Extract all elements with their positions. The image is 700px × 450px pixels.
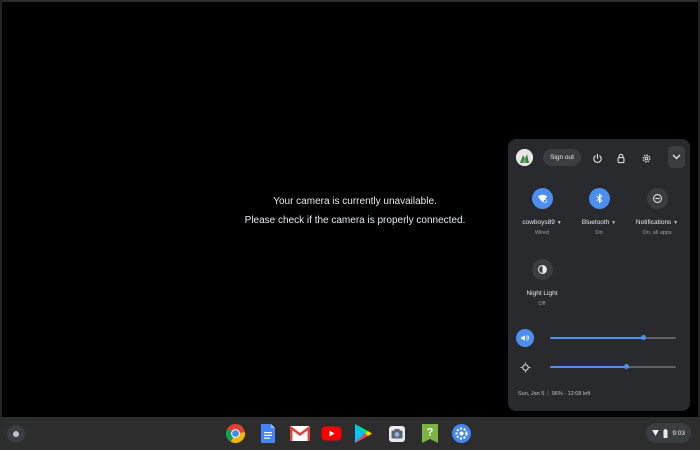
caret-down-icon: ▼ [556,220,562,226]
play-store-icon [355,424,372,443]
help-icon: ? [421,424,438,443]
power-button[interactable] [589,150,605,166]
night-light-toggle[interactable] [531,259,553,280]
network-tile[interactable]: cowboys89 ▼ Wired [514,188,570,236]
shelf-app-gmail[interactable] [288,422,311,445]
night-light-icon [537,265,547,274]
clock-time: 9:03 [672,429,685,437]
bluetooth-tile[interactable]: Bluetooth ▼ On [571,188,627,236]
night-light-status: Off [538,301,546,307]
do-not-disturb-icon [652,194,662,203]
gmail-icon [288,426,311,441]
caret-down-icon: ▼ [673,220,679,226]
shelf-app-camera[interactable] [385,422,408,445]
brightness-button [516,358,534,376]
quick-settings-footer: Sun, Jan 5 | 96% - 12:08 left [518,391,590,397]
brightness-slider[interactable] [550,364,676,369]
settings-button[interactable] [638,150,654,166]
bluetooth-toggle[interactable] [588,188,610,209]
youtube-icon [321,426,342,441]
quick-settings-panel: Sign out cowboys89 ▼ Wired Bluetooth ▼ O… [508,139,690,411]
quick-settings-header: Sign out [508,139,690,177]
volume-slider-row [516,329,676,349]
camera-unavailable-message: Your camera is currently unavailable. Pl… [205,192,505,230]
brightness-slider-fill [550,366,627,368]
shelf-app-settings[interactable] [450,422,473,445]
volume-icon [521,335,529,341]
battery-icon [663,428,668,438]
night-light-label: Night Light [526,290,558,297]
avatar[interactable] [516,149,533,166]
chevron-down-icon [672,154,681,160]
status-area-button[interactable]: 9:03 [646,423,691,443]
brightness-slider-row [516,358,676,378]
svg-text:?: ? [426,427,433,439]
camera-message-line-2: Please check if the camera is properly c… [244,215,466,226]
camera-app-icon [388,425,405,442]
shelf-app-docs[interactable] [256,422,279,445]
date-label[interactable]: Sun, Jan 5 [518,391,544,397]
window-frame-top [0,0,700,2]
shelf-app-help[interactable]: ? [418,422,441,445]
brightness-icon [520,362,530,372]
shelf-app-chrome[interactable] [224,422,247,445]
docs-icon [260,424,275,443]
shelf-app-youtube[interactable] [320,422,343,445]
notifications-tile[interactable]: Notifications ▼ On, all apps [629,188,685,236]
collapse-button[interactable] [668,146,685,168]
sign-out-button[interactable]: Sign out [543,149,581,166]
notifications-status: On, all apps [642,230,672,236]
launcher-button[interactable] [7,425,25,443]
footer-separator: | [547,391,549,397]
volume-slider[interactable] [550,335,676,340]
volume-mute-button[interactable] [516,329,534,347]
power-icon [592,153,602,163]
shelf-app-play-store[interactable] [352,422,375,445]
settings-gear-icon [642,154,650,162]
network-status: Wired [534,230,550,236]
network-status-icon [652,430,660,436]
night-light-tile[interactable]: Night Light Off [514,259,570,307]
notifications-label[interactable]: Notifications ▼ [629,219,685,226]
bluetooth-label[interactable]: Bluetooth ▼ [571,219,627,226]
bluetooth-status: On [595,230,603,236]
launcher-icon [13,431,19,437]
lock-icon [617,153,625,163]
brightness-slider-thumb[interactable] [624,364,630,369]
lock-button[interactable] [613,150,629,166]
shelf: ? 9:03 [0,417,700,450]
network-icon [537,194,547,203]
network-toggle[interactable] [531,188,553,209]
window-frame-left [0,0,2,450]
battery-label[interactable]: 96% - 12:08 left [552,391,591,397]
chrome-icon [225,423,246,444]
settings-app-icon [451,423,472,444]
volume-slider-thumb[interactable] [640,335,646,340]
camera-message-line-1: Your camera is currently unavailable. [273,196,437,207]
caret-down-icon: ▼ [611,220,617,226]
avatar-image-icon [516,149,533,166]
network-label[interactable]: cowboys89 ▼ [514,219,570,226]
volume-slider-fill [550,337,644,339]
notifications-toggle[interactable] [646,188,668,209]
bluetooth-icon [595,193,602,204]
